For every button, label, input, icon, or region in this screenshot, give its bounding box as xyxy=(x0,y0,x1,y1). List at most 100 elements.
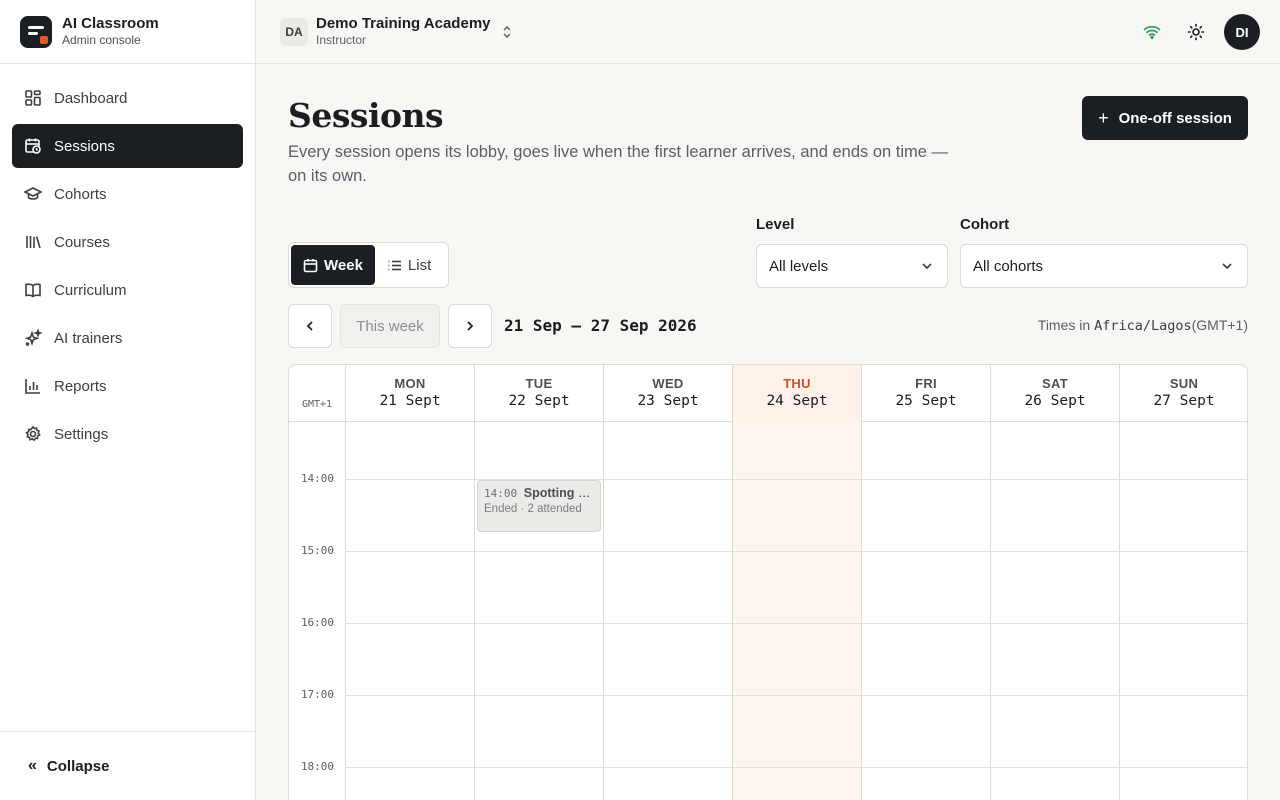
calendar-icon xyxy=(303,258,318,272)
sidebar-item-dashboard[interactable]: Dashboard xyxy=(12,76,243,120)
one-off-session-button[interactable]: + One-off session xyxy=(1082,96,1248,140)
connection-status-icon xyxy=(1142,22,1162,42)
this-week-button[interactable]: This week xyxy=(340,304,440,348)
sidebar-item-label: Settings xyxy=(54,425,109,443)
sidebar-item-label: AI trainers xyxy=(54,329,123,347)
list-view-button[interactable]: List xyxy=(375,245,443,285)
brand: AI Classroom Admin console xyxy=(0,0,255,64)
sidebar-item-curriculum[interactable]: Curriculum xyxy=(12,268,243,312)
hour-label: 18:00 xyxy=(300,760,335,773)
day-date: 26 Sept xyxy=(1024,393,1086,409)
cohort-filter-label: Cohort xyxy=(960,216,1010,233)
sidebar-item-ai-trainers[interactable]: AI trainers xyxy=(12,316,243,360)
level-select[interactable]: All levels xyxy=(756,244,948,288)
sidebar-item-reports[interactable]: Reports xyxy=(12,364,243,408)
day-header-thu: THU 24 Sept xyxy=(733,365,862,422)
avatar[interactable]: DI xyxy=(1224,14,1260,50)
day-date: 24 Sept xyxy=(766,393,828,409)
hour-label: 15:00 xyxy=(300,544,335,557)
one-off-session-label: One-off session xyxy=(1118,109,1232,127)
day-of-week: TUE xyxy=(525,376,553,391)
sidebar-item-sessions[interactable]: Sessions xyxy=(12,124,243,168)
level-filter-label: Level xyxy=(756,216,795,233)
sidebar-item-label: Reports xyxy=(54,377,107,395)
day-of-week: FRI xyxy=(915,376,937,391)
session-event[interactable]: 14:00 Spotting a … Ended · 2 attended xyxy=(477,480,601,532)
day-date: 27 Sept xyxy=(1153,393,1215,409)
org-switcher[interactable]: DA Demo Training Academy Instructor xyxy=(280,15,513,48)
week-range: 21 Sep – 27 Sep 2026 xyxy=(504,316,697,335)
week-calendar: GMT+1 MON 21 Sept TUE 22 Sept WED 23 Sept THU 2… xyxy=(288,364,1248,800)
topbar: DA Demo Training Academy Instructor DI xyxy=(256,0,1280,64)
chevron-down-icon xyxy=(1222,263,1232,270)
sidebar-item-label: Cohorts xyxy=(54,185,107,203)
timezone-name: Africa/Lagos xyxy=(1094,318,1192,334)
org-name: Demo Training Academy xyxy=(316,15,491,32)
timezone-offset: (GMT+1) xyxy=(1191,317,1248,333)
list-icon xyxy=(388,260,401,270)
day-header-fri: FRI 25 Sept xyxy=(862,365,991,422)
gmt-label: GMT+1 xyxy=(289,365,346,422)
sidebar-item-settings[interactable]: Settings xyxy=(12,412,243,456)
day-date: 25 Sept xyxy=(895,393,957,409)
chevrons-up-down-icon xyxy=(501,24,513,40)
day-of-week: MON xyxy=(394,376,426,391)
brand-title: AI Classroom xyxy=(62,15,159,32)
chevrons-left-icon: « xyxy=(28,757,37,774)
day-of-week: SUN xyxy=(1169,376,1199,391)
sidebar-item-label: Courses xyxy=(54,233,110,251)
org-role: Instructor xyxy=(316,33,367,47)
sparkles-icon xyxy=(24,329,42,347)
day-header-wed: WED 23 Sept xyxy=(604,365,733,422)
hour-label: 14:00 xyxy=(300,472,335,485)
week-view-button[interactable]: Week xyxy=(291,245,375,285)
sidebar-item-label: Curriculum xyxy=(54,281,127,299)
page-title: Sessions xyxy=(288,96,444,135)
timezone-prefix: Times in xyxy=(1037,317,1091,333)
plus-icon: + xyxy=(1098,107,1109,128)
chevron-down-icon xyxy=(922,263,932,270)
view-toggle: Week List xyxy=(288,242,449,288)
calendar-header: GMT+1 MON 21 Sept TUE 22 Sept WED 23 Sept THU 2… xyxy=(289,365,1247,422)
next-week-button[interactable] xyxy=(448,304,492,348)
day-header-mon: MON 21 Sept xyxy=(346,365,475,422)
previous-week-button[interactable] xyxy=(288,304,332,348)
book-open-icon xyxy=(24,281,42,299)
hour-line xyxy=(346,767,1247,768)
day-date: 22 Sept xyxy=(508,393,570,409)
hour-line xyxy=(346,623,1247,624)
bar-chart-icon xyxy=(24,377,42,395)
event-time: 14:00 xyxy=(484,487,524,500)
sidebar: AI Classroom Admin console Dashboard Ses… xyxy=(0,0,256,800)
theme-toggle-sun-icon[interactable] xyxy=(1186,22,1206,42)
day-header-tue: TUE 22 Sept xyxy=(475,365,604,422)
cohort-select[interactable]: All cohorts xyxy=(960,244,1248,288)
gear-icon xyxy=(24,425,42,443)
collapse-label: Collapse xyxy=(46,757,110,775)
sidebar-item-courses[interactable]: Courses xyxy=(12,220,243,264)
hour-line xyxy=(346,695,1247,696)
calendar-clock-icon xyxy=(24,137,42,155)
timezone-note: Times in Africa/Lagos(GMT+1) xyxy=(1038,317,1248,334)
graduation-cap-icon xyxy=(24,185,42,203)
hour-line xyxy=(346,551,1247,552)
org-badge: DA xyxy=(280,17,308,46)
sidebar-nav: Dashboard Sessions Cohorts Courses Curri… xyxy=(0,64,255,472)
sidebar-item-cohorts[interactable]: Cohorts xyxy=(12,172,243,216)
event-title: Spotting a … xyxy=(523,486,594,500)
event-status: Ended · 2 attended xyxy=(484,503,582,515)
dashboard-icon xyxy=(24,89,42,107)
week-view-label: Week xyxy=(324,256,363,274)
chevron-left-icon xyxy=(306,321,313,331)
level-select-value: All levels xyxy=(769,257,829,275)
chevron-right-icon xyxy=(467,321,474,331)
brand-subtitle: Admin console xyxy=(62,33,141,47)
sidebar-item-label: Sessions xyxy=(54,137,115,155)
sidebar-item-label: Dashboard xyxy=(54,89,128,107)
day-header-sun: SUN 27 Sept xyxy=(1120,365,1247,422)
day-date: 21 Sept xyxy=(379,393,441,409)
day-date: 23 Sept xyxy=(637,393,699,409)
collapse-button[interactable]: « Collapse xyxy=(0,731,255,800)
page-description: Every session opens its lobby, goes live… xyxy=(288,143,949,185)
day-of-week: THU xyxy=(783,376,811,391)
